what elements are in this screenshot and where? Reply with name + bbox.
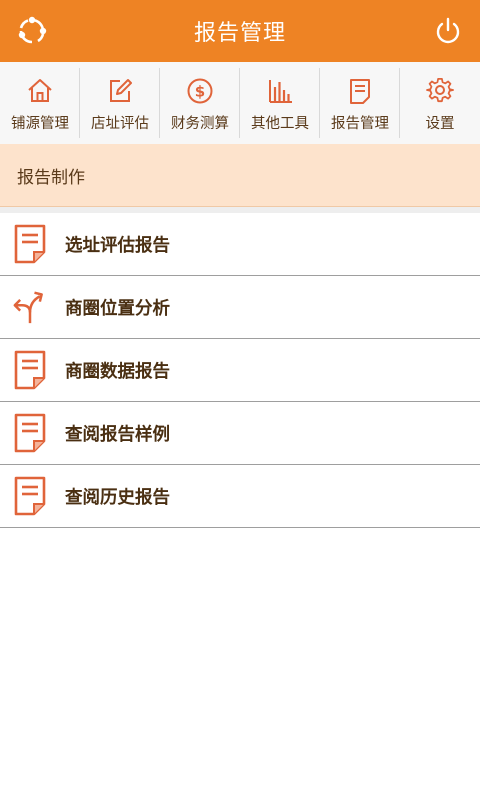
section-title: 报告制作 [17,167,85,188]
list-item[interactable]: 查阅历史报告 [0,465,480,528]
svg-text:$: $ [195,83,205,101]
dollar-icon: $ [187,78,213,104]
nav-label: 报告管理 [331,116,389,132]
top-nav: 铺源管理 店址评估 $ 财务测算 其他工具 报告管理 设置 [0,62,480,144]
nav-item-site-eval[interactable]: 店址评估 [80,62,160,144]
list-item-label: 查阅报告样例 [65,424,170,445]
nav-item-report[interactable]: 报告管理 [320,62,400,144]
list-item[interactable]: 商圈数据报告 [0,339,480,402]
nav-label: 财务测算 [171,116,229,132]
document-icon [14,350,46,390]
bar-chart-icon [269,80,292,103]
document-icon [14,224,46,264]
list-item-label: 选址评估报告 [65,235,170,256]
power-icon [436,17,460,44]
app-header: 报告管理 [0,0,480,62]
report-list: 选址评估报告 商圈位置分析 商圈数据报告 查阅报告样例 查阅历史报告 [0,213,480,528]
edit-icon [110,79,132,102]
list-item-label: 查阅历史报告 [65,487,170,508]
nav-label: 店址评估 [91,116,149,132]
nav-label: 铺源管理 [11,116,69,132]
nav-item-shop-source[interactable]: 铺源管理 [0,62,80,144]
gear-icon [426,77,454,103]
nav-item-settings[interactable]: 设置 [400,62,480,144]
nav-item-tools[interactable]: 其他工具 [240,62,320,144]
list-item[interactable]: 查阅报告样例 [0,402,480,465]
home-icon [28,79,52,102]
document-icon [14,476,46,516]
page-title: 报告管理 [193,21,286,46]
list-item-label: 商圈数据报告 [65,361,170,382]
nav-label: 其他工具 [251,116,309,132]
list-item[interactable]: 商圈位置分析 [0,276,480,339]
nav-item-finance[interactable]: $ 财务测算 [160,62,240,144]
report-icon [350,79,370,104]
list-item[interactable]: 选址评估报告 [0,213,480,276]
list-item-label: 商圈位置分析 [65,298,170,319]
refresh-icon [18,16,47,44]
section-header: 报告制作 [0,144,480,207]
refresh-button[interactable] [14,13,50,49]
fork-arrow-icon [13,291,43,324]
power-button[interactable] [430,13,466,49]
nav-label: 设置 [425,116,455,132]
document-icon [14,413,46,453]
